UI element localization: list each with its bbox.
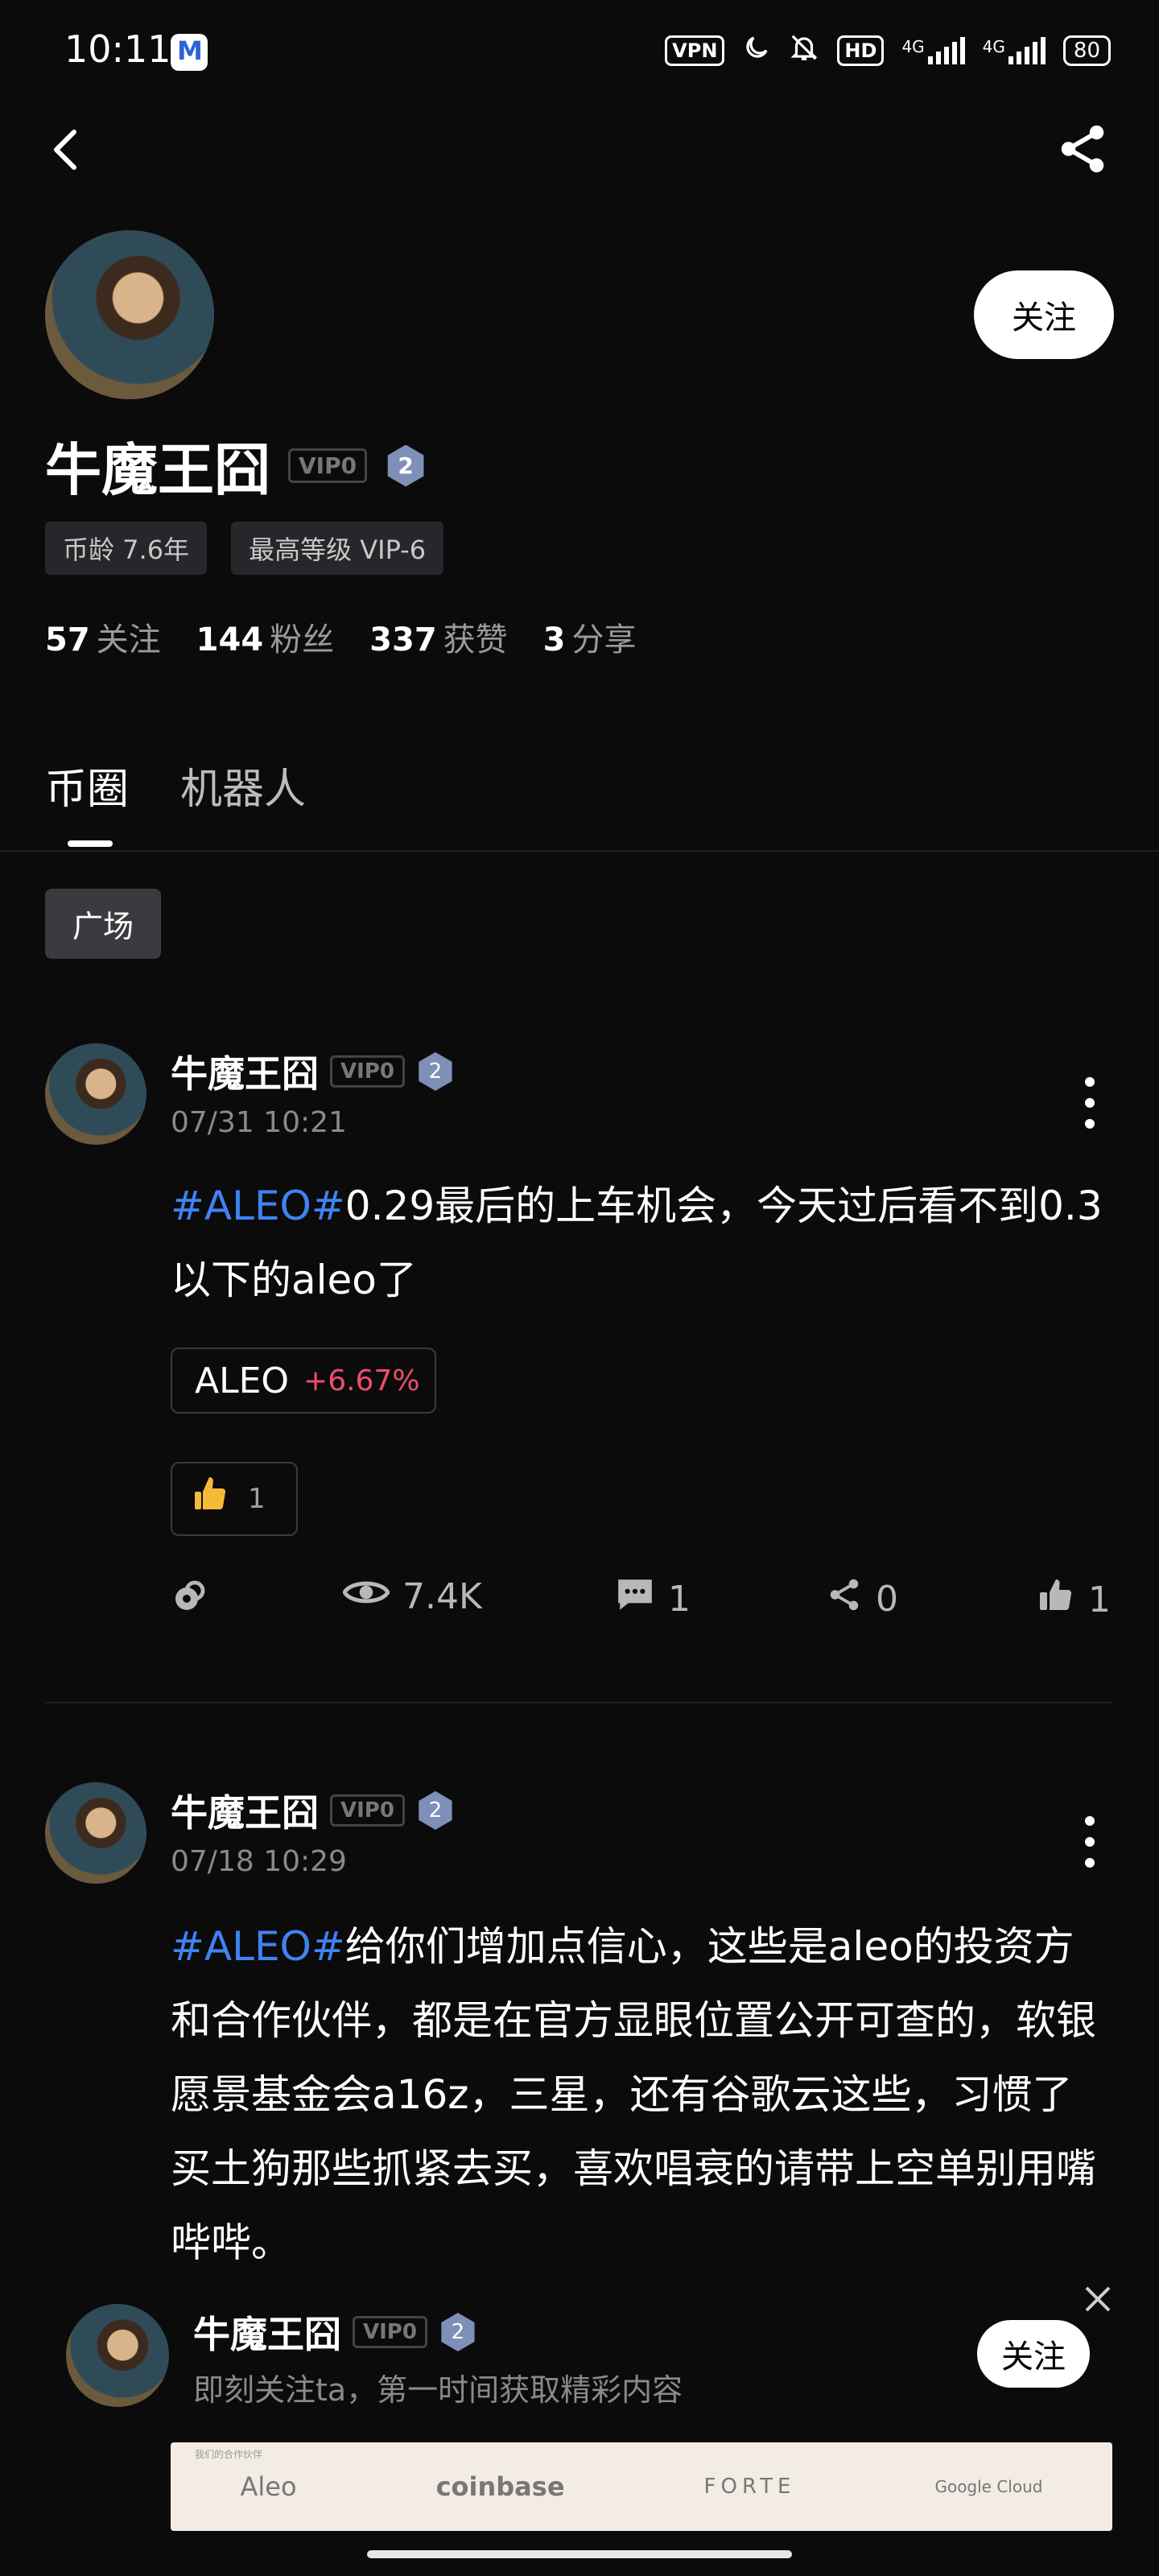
network-type-2: 4G: [982, 36, 1005, 56]
stat-value: 3: [542, 621, 566, 658]
ticker-change: +6.67%: [303, 1364, 420, 1397]
comment-count: 1: [668, 1579, 691, 1620]
ticker-card[interactable]: ALEO +6.67%: [171, 1348, 436, 1414]
share-icon: [826, 1576, 863, 1622]
close-icon[interactable]: [1082, 2278, 1114, 2325]
stat-followers[interactable]: 144 粉丝: [196, 613, 335, 660]
like-count: 1: [1088, 1579, 1111, 1620]
ticker-symbol: ALEO: [195, 1360, 290, 1402]
post-content[interactable]: #ALEO#0.29最后的上车机会，今天过后看不到0.3以下的aleo了: [171, 1169, 1104, 1317]
vip-badge: VIP0: [353, 2316, 427, 2348]
vip-badge: VIP0: [288, 448, 368, 483]
profile-avatar[interactable]: [45, 230, 214, 399]
profile-tags: 币龄 7.6年 最高等级 VIP-6: [45, 522, 444, 575]
post-hashtag[interactable]: #ALEO#: [171, 1923, 345, 1970]
post-hashtag[interactable]: #ALEO#: [171, 1183, 345, 1229]
partner-logos-image[interactable]: 我们的合作伙伴 Aleo coinbase FORTE Google Cloud: [171, 2442, 1112, 2531]
share-action[interactable]: 0: [826, 1576, 898, 1622]
stat-label: 分享: [571, 621, 637, 658]
level-badge: 2: [387, 444, 424, 487]
coin-age-tag: 币龄 7.6年: [45, 522, 208, 575]
signal-1: 4G: [901, 36, 965, 64]
banner-avatar[interactable]: [66, 2304, 169, 2407]
share-count: 0: [876, 1579, 898, 1620]
stat-value: 337: [369, 621, 437, 658]
thumbs-up-emoji-icon: [192, 1474, 230, 1525]
tab-robot[interactable]: 机器人: [180, 755, 306, 815]
views-count: 7.4K: [402, 1576, 482, 1617]
vip-badge: VIP0: [330, 1055, 405, 1088]
stat-shares: 3 分享: [543, 613, 637, 660]
level-badge: 2: [441, 2313, 475, 2351]
thumbs-up-icon: [1037, 1576, 1075, 1624]
tab-divider: [0, 850, 1159, 852]
partner-caption: 我们的合作伙伴: [195, 2449, 263, 2460]
post-date: 07/31 10:21: [171, 1106, 347, 1139]
post-author-row: 牛魔王囧 VIP0 2: [171, 1045, 455, 1098]
comment-action[interactable]: 1: [615, 1576, 691, 1622]
mail-icon: [171, 34, 208, 71]
repost-icon: [171, 1576, 209, 1624]
post-author[interactable]: 牛魔王囧: [171, 1045, 319, 1098]
level-badge: 2: [419, 1791, 452, 1830]
back-arrow-icon[interactable]: [50, 127, 82, 172]
stat-label: 获赞: [443, 621, 508, 658]
forte-logo: FORTE: [703, 2475, 796, 2499]
stat-label: 关注: [96, 621, 161, 658]
reaction-count: 1: [248, 1483, 266, 1515]
more-options-icon[interactable]: [1083, 1816, 1096, 1879]
stat-following[interactable]: 57 关注: [45, 613, 161, 660]
views-stat: 7.4K: [342, 1576, 482, 1617]
banner-author-row: 牛魔王囧 VIP0 2: [193, 2306, 477, 2359]
profile-name-text: 牛魔王囧: [45, 437, 270, 503]
profile-name: 牛魔王囧 VIP0 2: [45, 425, 427, 506]
post-avatar[interactable]: [45, 1782, 146, 1884]
post-text: 给你们增加点信心，这些是aleo的投资方和合作伙伴，都是在官方显眼位置公开可查的…: [171, 1923, 1096, 2266]
battery-icon: 80: [1062, 35, 1111, 66]
home-indicator[interactable]: [367, 2550, 792, 2558]
more-options-icon[interactable]: [1083, 1077, 1096, 1140]
coinbase-logo: coinbase: [435, 2471, 565, 2502]
post-avatar[interactable]: [45, 1043, 146, 1145]
tab-indicator: [68, 840, 113, 847]
stat-value: 57: [45, 621, 90, 658]
vip-badge: VIP0: [330, 1794, 405, 1827]
profile-stats: 57 关注 144 粉丝 337 获赞 3 分享: [45, 613, 637, 660]
level-badge: 2: [419, 1052, 452, 1091]
network-type-1: 4G: [901, 36, 925, 56]
post-separator: [45, 1702, 1112, 1703]
status-icons: VPN HD 4G 4G 80: [665, 32, 1111, 68]
google-cloud-logo: Google Cloud: [934, 2477, 1043, 2496]
repost-action[interactable]: [171, 1576, 209, 1624]
stat-label: 粉丝: [270, 621, 335, 658]
tab-coin-circle[interactable]: 币圈: [45, 755, 129, 815]
like-action[interactable]: 1: [1037, 1576, 1111, 1624]
mute-icon: [789, 32, 819, 68]
hd-icon: HD: [837, 35, 885, 66]
post-date: 07/18 10:29: [171, 1845, 347, 1878]
follow-button[interactable]: 关注: [974, 270, 1114, 359]
stat-likes: 337 获赞: [369, 613, 508, 660]
aleo-logo: Aleo: [240, 2471, 297, 2502]
comment-icon: [615, 1576, 655, 1622]
thumbs-up-reaction[interactable]: 1: [171, 1462, 298, 1536]
post-content[interactable]: #ALEO#给你们增加点信心，这些是aleo的投资方和合作伙伴，都是在官方显眼位…: [171, 1909, 1104, 2280]
stat-value: 144: [196, 621, 264, 658]
signal-2: 4G: [982, 36, 1046, 64]
share-icon[interactable]: [1054, 121, 1111, 177]
status-time: 10:11: [64, 27, 171, 71]
banner-follow-button[interactable]: 关注: [977, 2320, 1090, 2388]
post-author[interactable]: 牛魔王囧: [171, 1784, 319, 1837]
banner-subtitle: 即刻关注ta，第一时间获取精彩内容: [193, 2372, 683, 2408]
banner-author: 牛魔王囧: [193, 2313, 341, 2356]
post-author-row: 牛魔王囧 VIP0 2: [171, 1784, 455, 1837]
moon-icon: [742, 33, 771, 68]
eye-icon: [342, 1576, 390, 1617]
vpn-icon: VPN: [665, 35, 725, 66]
filter-chip-square[interactable]: 广场: [45, 889, 162, 959]
max-vip-tag: 最高等级 VIP-6: [231, 522, 444, 575]
